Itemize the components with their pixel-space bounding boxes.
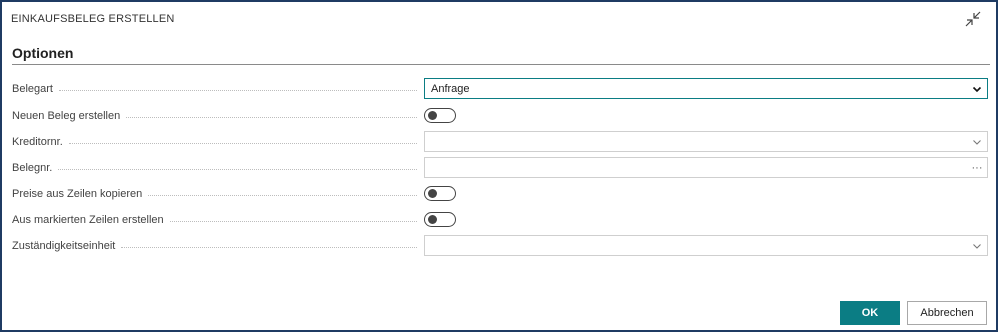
leader-dots	[68, 143, 417, 144]
ok-button[interactable]: OK	[840, 301, 900, 325]
section-title-optionen: Optionen	[12, 45, 74, 61]
leader-dots	[148, 195, 417, 196]
cancel-button[interactable]: Abbrechen	[907, 301, 987, 325]
chevron-down-icon[interactable]	[967, 241, 987, 251]
neuen-beleg-label-wrap: Neuen Beleg erstellen	[12, 105, 417, 127]
leader-dots	[169, 221, 417, 222]
zustaendigkeit-input[interactable]	[424, 235, 988, 256]
create-purchase-document-dialog: EINKAUFSBELEG ERSTELLEN Optionen Belegar…	[0, 0, 998, 332]
ellipsis-icon[interactable]: ···	[967, 162, 987, 174]
belegart-label-wrap: Belegart	[12, 78, 417, 100]
kreditornr-input[interactable]	[424, 131, 988, 152]
row-kreditornr: Kreditornr.	[12, 131, 988, 153]
belegart-select[interactable]: Anfrage	[424, 78, 988, 99]
row-aus-markierten: Aus markierten Zeilen erstellen	[12, 209, 987, 231]
row-zustaendigkeit: Zuständigkeitseinheit	[12, 235, 988, 257]
section-divider	[12, 64, 990, 65]
leader-dots	[126, 117, 417, 118]
toggle-knob	[428, 215, 437, 224]
belegart-label: Belegart	[12, 83, 59, 95]
aus-markierten-toggle[interactable]	[424, 212, 456, 227]
neuen-beleg-label: Neuen Beleg erstellen	[12, 110, 127, 122]
leader-dots	[58, 90, 417, 91]
collapse-arrows-icon	[965, 11, 981, 32]
zustaendigkeit-label-wrap: Zuständigkeitseinheit	[12, 235, 417, 257]
kreditornr-label: Kreditornr.	[12, 136, 69, 148]
row-belegart: Belegart Anfrage	[12, 78, 988, 100]
chevron-down-icon[interactable]	[967, 137, 987, 147]
belegnr-label: Belegnr.	[12, 162, 59, 174]
belegnr-label-wrap: Belegnr.	[12, 157, 417, 179]
dialog-title: EINKAUFSBELEG ERSTELLEN	[11, 13, 175, 25]
leader-dots	[58, 169, 417, 170]
belegart-value: Anfrage	[431, 82, 470, 95]
preise-label-wrap: Preise aus Zeilen kopieren	[12, 183, 417, 205]
row-belegnr: Belegnr. ···	[12, 157, 988, 179]
belegnr-input[interactable]: ···	[424, 157, 988, 178]
leader-dots	[121, 247, 417, 248]
kreditornr-label-wrap: Kreditornr.	[12, 131, 417, 153]
preise-toggle[interactable]	[424, 186, 456, 201]
row-preise: Preise aus Zeilen kopieren	[12, 183, 987, 205]
zustaendigkeit-label: Zuständigkeitseinheit	[12, 240, 122, 252]
aus-markierten-label: Aus markierten Zeilen erstellen	[12, 214, 170, 226]
preise-label: Preise aus Zeilen kopieren	[12, 188, 149, 200]
neuen-beleg-toggle[interactable]	[424, 108, 456, 123]
row-neuen-beleg: Neuen Beleg erstellen	[12, 105, 987, 127]
toggle-knob	[428, 111, 437, 120]
collapse-button[interactable]	[962, 10, 984, 32]
chevron-down-icon	[967, 84, 987, 94]
aus-markierten-label-wrap: Aus markierten Zeilen erstellen	[12, 209, 417, 231]
toggle-knob	[428, 189, 437, 198]
